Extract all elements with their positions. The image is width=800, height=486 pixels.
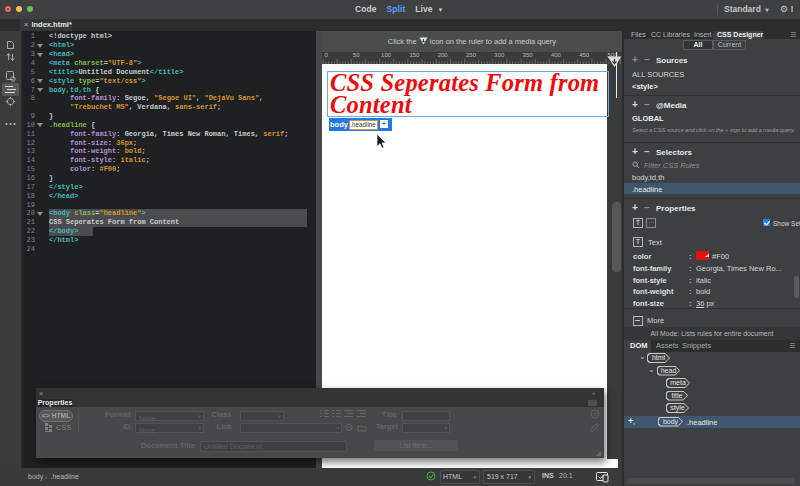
svg-text:?: ?	[593, 412, 597, 418]
